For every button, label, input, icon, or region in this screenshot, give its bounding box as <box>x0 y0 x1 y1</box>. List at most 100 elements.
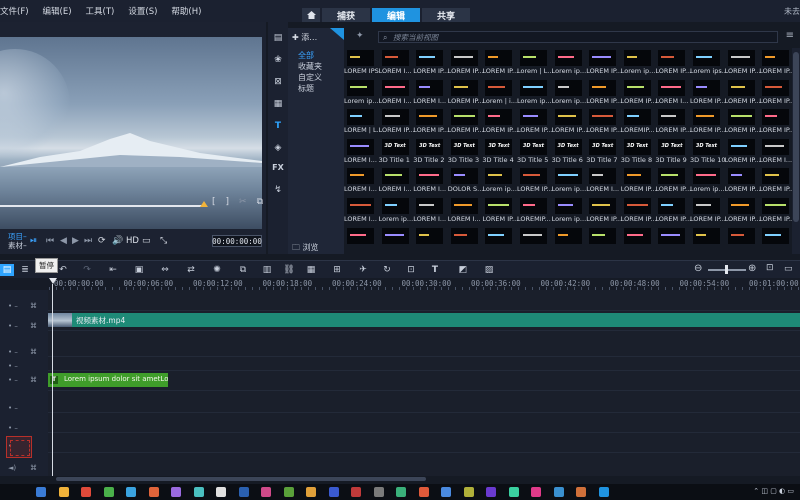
tab-edit[interactable]: 编辑 <box>372 8 420 22</box>
media-icon[interactable]: ▤ <box>271 32 285 44</box>
taskbar-app-icon[interactable] <box>283 487 294 497</box>
title-thumbnail[interactable]: 3D Text 3D Title 9 <box>655 137 690 167</box>
title-thumbnail[interactable]: Lorem ip... <box>517 78 552 108</box>
title-thumbnail[interactable] <box>482 226 517 254</box>
project-clip-toggle[interactable]: 项目– 素材– <box>8 232 27 250</box>
multi-cam-icon[interactable]: ⧉ <box>236 264 250 276</box>
mark-in-icon[interactable]: [ <box>212 197 216 207</box>
title-thumbnail[interactable]: LOREM | L... <box>344 107 382 137</box>
title-thumbnail[interactable]: LOREM IP... <box>655 48 691 78</box>
title-thumbnail[interactable] <box>379 226 414 254</box>
taskbar-app-icon[interactable] <box>103 487 114 497</box>
subtitle-icon[interactable]: ▥ <box>260 264 274 276</box>
search-input[interactable]: ⌕ 搜索当前视图 <box>378 31 778 43</box>
video-clip[interactable]: 视频素材.mp4 <box>48 313 800 327</box>
taskbar-app-icon[interactable] <box>148 487 159 497</box>
title-thumbnail[interactable]: Lorem | i... <box>482 78 517 108</box>
smart-proxy-icon[interactable]: ⇔ <box>158 264 172 276</box>
title-thumbnail[interactable]: LOREM IP... <box>482 196 518 226</box>
title-thumbnail[interactable]: LOREM IP... <box>413 107 449 137</box>
zoom-preview-icon[interactable]: ⤡ <box>160 236 167 246</box>
fx-icon[interactable]: FX <box>271 162 285 174</box>
motion-tracking-icon[interactable]: ✈ <box>356 264 370 276</box>
title-thumbnail[interactable]: LOREM IP... <box>725 137 760 167</box>
title-thumbnail[interactable]: DOLOR S... <box>448 166 483 196</box>
taskbar-app-icon[interactable] <box>396 487 406 497</box>
title-thumbnail[interactable]: 3D Text 3D Title 5 <box>517 137 552 167</box>
title-thumbnail[interactable]: LOREM IP... <box>482 48 518 78</box>
title-thumbnail[interactable]: Lorem ip... <box>482 166 517 196</box>
title-thumbnail[interactable]: LOREM IP... <box>690 196 726 226</box>
title-thumbnail[interactable]: LOREM IP... <box>448 107 484 137</box>
zoom-knob[interactable] <box>725 265 728 274</box>
title-thumbnail[interactable]: LOREM IP... <box>759 166 795 196</box>
graphics-icon[interactable]: ▦ <box>271 98 285 110</box>
browse-button[interactable]: 🗀 浏览 <box>292 242 319 256</box>
system-tray-icons[interactable]: ⌃ ◫ ▢ ◐ ▭ <box>753 487 794 495</box>
taskbar-app-icon[interactable] <box>486 487 496 497</box>
title-thumbnail[interactable]: LOREM IP... <box>690 78 726 108</box>
category-all[interactable]: 全部 <box>298 50 314 61</box>
track-header-music[interactable]: • – <box>0 422 48 436</box>
title-thumbnail[interactable] <box>448 226 483 254</box>
menu-edit[interactable]: 编辑(E) <box>43 5 72 17</box>
rotate-icon[interactable]: ↻ <box>380 264 394 276</box>
title-thumbnail[interactable]: LOREM IP... <box>448 48 484 78</box>
add-category-button[interactable]: ✚ 添… <box>292 32 317 43</box>
scrub-handle[interactable] <box>200 201 208 207</box>
title-t-icon[interactable]: T <box>271 120 285 132</box>
title-thumbnail[interactable]: LOREM IP... <box>586 78 622 108</box>
category-favorites[interactable]: 收藏夹 <box>298 61 322 72</box>
title-thumbnail[interactable]: LOREM IP... <box>759 107 795 137</box>
taskbar-app-icon[interactable] <box>328 487 339 497</box>
hd-label[interactable]: HD <box>126 236 139 246</box>
title-thumbnail[interactable]: Lorem ip... <box>379 196 413 226</box>
redo-icon[interactable]: ↷ <box>80 264 94 276</box>
category-custom[interactable]: 自定义 <box>298 72 322 83</box>
menu-file[interactable]: 文件(F) <box>0 5 29 17</box>
title-thumbnail[interactable]: Lorem ip... <box>552 166 586 196</box>
zoom-out-icon[interactable]: ⊖ <box>694 263 702 274</box>
title-thumbnail[interactable]: LOREM I... <box>586 166 621 196</box>
mask-icon[interactable]: ▦ <box>304 264 318 276</box>
taskbar-app-icon[interactable] <box>373 487 384 497</box>
title-thumbnail[interactable]: Lorem ip... <box>552 78 586 108</box>
list-menu-icon[interactable]: ≡ <box>786 30 794 41</box>
title-thumbnail[interactable]: Lorem ip... <box>690 166 725 196</box>
menu-settings[interactable]: 设置(S) <box>128 5 157 17</box>
taskbar-app-icon[interactable] <box>36 487 46 497</box>
star-filter-icon[interactable]: ✦ <box>356 31 364 41</box>
title-thumbnail[interactable]: Lorem ip... <box>621 48 655 78</box>
title-thumbnail[interactable] <box>552 226 587 254</box>
storyboard-view-icon[interactable]: ▤ <box>0 264 14 276</box>
title-thumbnail[interactable]: LOREMIP... <box>621 107 656 137</box>
end-icon[interactable]: ⏭ <box>84 236 92 246</box>
prev-frame-icon[interactable]: ◀ <box>60 236 67 246</box>
taskbar-app-icon[interactable] <box>171 487 181 497</box>
title-thumbnail[interactable]: 3D Text 3D Title 10 <box>690 137 725 167</box>
color-grading-icon[interactable]: ✺ <box>210 264 224 276</box>
track-header-overlay-3[interactable]: • – <box>0 360 48 374</box>
taskbar-app-icon[interactable] <box>58 487 69 497</box>
title-thumbnail[interactable]: LOREM I... <box>413 166 448 196</box>
title-thumbnail[interactable]: 3D Text 3D Title 3 <box>448 137 483 167</box>
title-thumbnail[interactable]: LOREM IP... <box>517 107 553 137</box>
title-thumbnail[interactable]: LOREM IP... <box>586 196 622 226</box>
menu-tools[interactable]: 工具(T) <box>86 5 115 17</box>
title-thumbnail[interactable]: LOREM I... <box>344 196 379 226</box>
taskbar-app-icon[interactable] <box>598 487 609 497</box>
taskbar-app-icon[interactable] <box>463 487 474 497</box>
preview-scrub-bar[interactable] <box>0 205 206 207</box>
title-thumbnail[interactable]: LOREM IP... <box>725 48 760 78</box>
title-thumbnail[interactable]: LOREM IP... <box>725 166 760 196</box>
taskbar-app-icon[interactable] <box>441 487 451 497</box>
title-3d-icon[interactable]: T <box>428 264 442 276</box>
title-thumbnail[interactable]: LOREM IPS <box>344 48 379 78</box>
track-header-voice[interactable]: • – <box>0 402 48 416</box>
title-thumbnail[interactable]: LOREM IP... <box>586 107 622 137</box>
title-thumbnail[interactable]: LOREM IP... <box>586 48 622 78</box>
title-thumbnail[interactable]: LOREM I... <box>413 196 448 226</box>
title-thumbnail[interactable]: LOREM I... <box>344 137 379 167</box>
title-thumbnail[interactable]: 3D Text 3D Title 4 <box>482 137 517 167</box>
title-thumbnail[interactable]: LOREM IP... <box>379 107 414 137</box>
